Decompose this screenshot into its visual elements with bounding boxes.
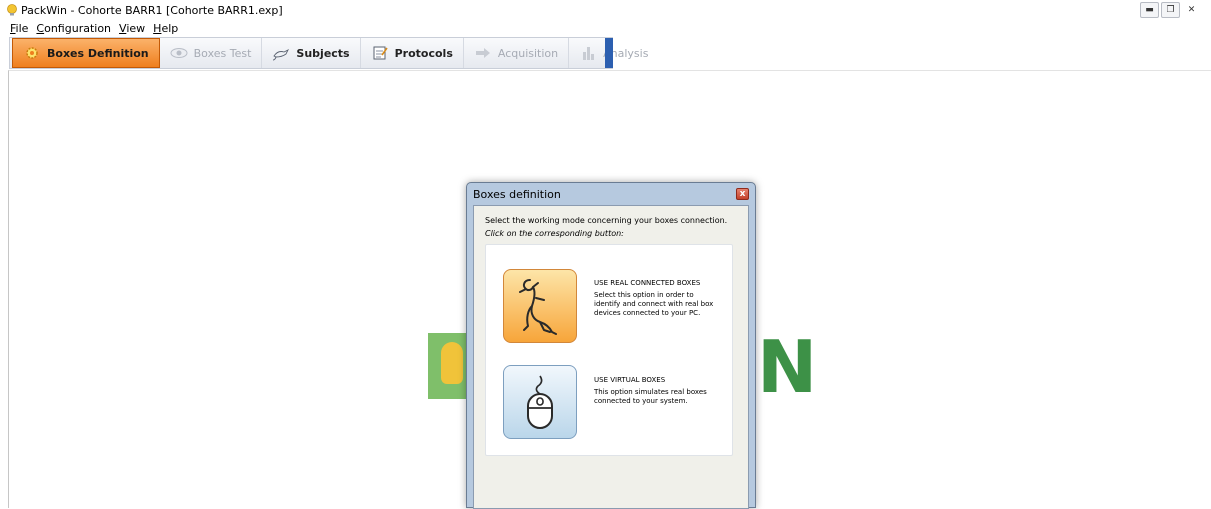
tool-protocols[interactable]: Protocols: [361, 38, 464, 68]
dialog-title: Boxes definition: [473, 188, 561, 201]
tool-boxes-test-label: Boxes Test: [193, 46, 252, 60]
eye-icon: [170, 44, 188, 62]
title-bar: PackWin - Cohorte BARR1 [Cohorte BARR1.e…: [0, 0, 1211, 21]
menu-bar: File Configuration View Help: [6, 22, 182, 36]
bar-chart-icon: [579, 44, 597, 62]
menu-file-rest: ile: [15, 22, 29, 35]
close-window-button[interactable]: ✕: [1182, 2, 1201, 18]
notepad-icon: [371, 44, 389, 62]
tool-acquisition-label: Acquisition: [497, 46, 559, 60]
menu-configuration-rest: onfiguration: [44, 22, 112, 35]
tool-protocols-label: Protocols: [394, 46, 453, 60]
minimize-button[interactable]: ▬: [1140, 2, 1159, 18]
background-logo-letter: N: [757, 325, 818, 409]
rat-icon: [519, 279, 557, 335]
tool-subjects-label: Subjects: [296, 46, 350, 60]
menu-file[interactable]: File: [6, 22, 32, 36]
computer-mouse-icon: [527, 375, 553, 429]
dialog-close-button[interactable]: x: [736, 188, 749, 200]
window-controls: ▬ ❐ ✕: [1140, 2, 1201, 18]
menu-configuration[interactable]: Configuration: [32, 22, 115, 36]
window-title: PackWin - Cohorte BARR1 [Cohorte BARR1.e…: [21, 4, 283, 17]
menu-view-rest: iew: [126, 22, 146, 35]
menu-help-rest: elp: [161, 22, 179, 35]
tool-boxes-definition[interactable]: Boxes Definition: [12, 38, 160, 68]
gear-icon: [23, 44, 41, 62]
mouse-animal-icon: [272, 44, 290, 62]
virtual-boxes-title: USE VIRTUAL BOXES: [594, 376, 666, 384]
dialog-instruction: Select the working mode concerning your …: [485, 216, 728, 225]
menu-view[interactable]: View: [115, 22, 149, 36]
menu-configuration-accel: C: [36, 22, 45, 35]
restore-button[interactable]: ❐: [1161, 2, 1180, 18]
app-logo-icon: [7, 4, 17, 16]
use-real-boxes-button[interactable]: [503, 269, 577, 343]
menu-help[interactable]: Help: [149, 22, 182, 36]
tool-boxes-test[interactable]: Boxes Test: [160, 38, 263, 68]
dialog-hint: Click on the corresponding button:: [485, 229, 624, 238]
boxes-definition-dialog: Boxes definition x Select the working mo…: [466, 182, 756, 509]
tool-analysis[interactable]: Analysis: [569, 38, 658, 68]
main-toolbar: Boxes Definition Boxes Test Subjects Pro…: [9, 37, 648, 69]
use-virtual-boxes-button[interactable]: [503, 365, 577, 439]
arrow-right-icon: [474, 44, 492, 62]
tool-subjects[interactable]: Subjects: [262, 38, 361, 68]
tool-boxes-definition-label: Boxes Definition: [47, 46, 149, 60]
toolbar-overflow-button[interactable]: [605, 38, 613, 68]
virtual-boxes-description: This option simulates real boxes connect…: [594, 388, 707, 405]
real-boxes-description: Select this option in order to identify …: [594, 291, 714, 317]
lightbulb-icon: [441, 342, 463, 384]
options-panel: USE REAL CONNECTED BOXES Select this opt…: [485, 244, 733, 456]
real-boxes-title: USE REAL CONNECTED BOXES: [594, 279, 701, 287]
tool-acquisition[interactable]: Acquisition: [464, 38, 570, 68]
